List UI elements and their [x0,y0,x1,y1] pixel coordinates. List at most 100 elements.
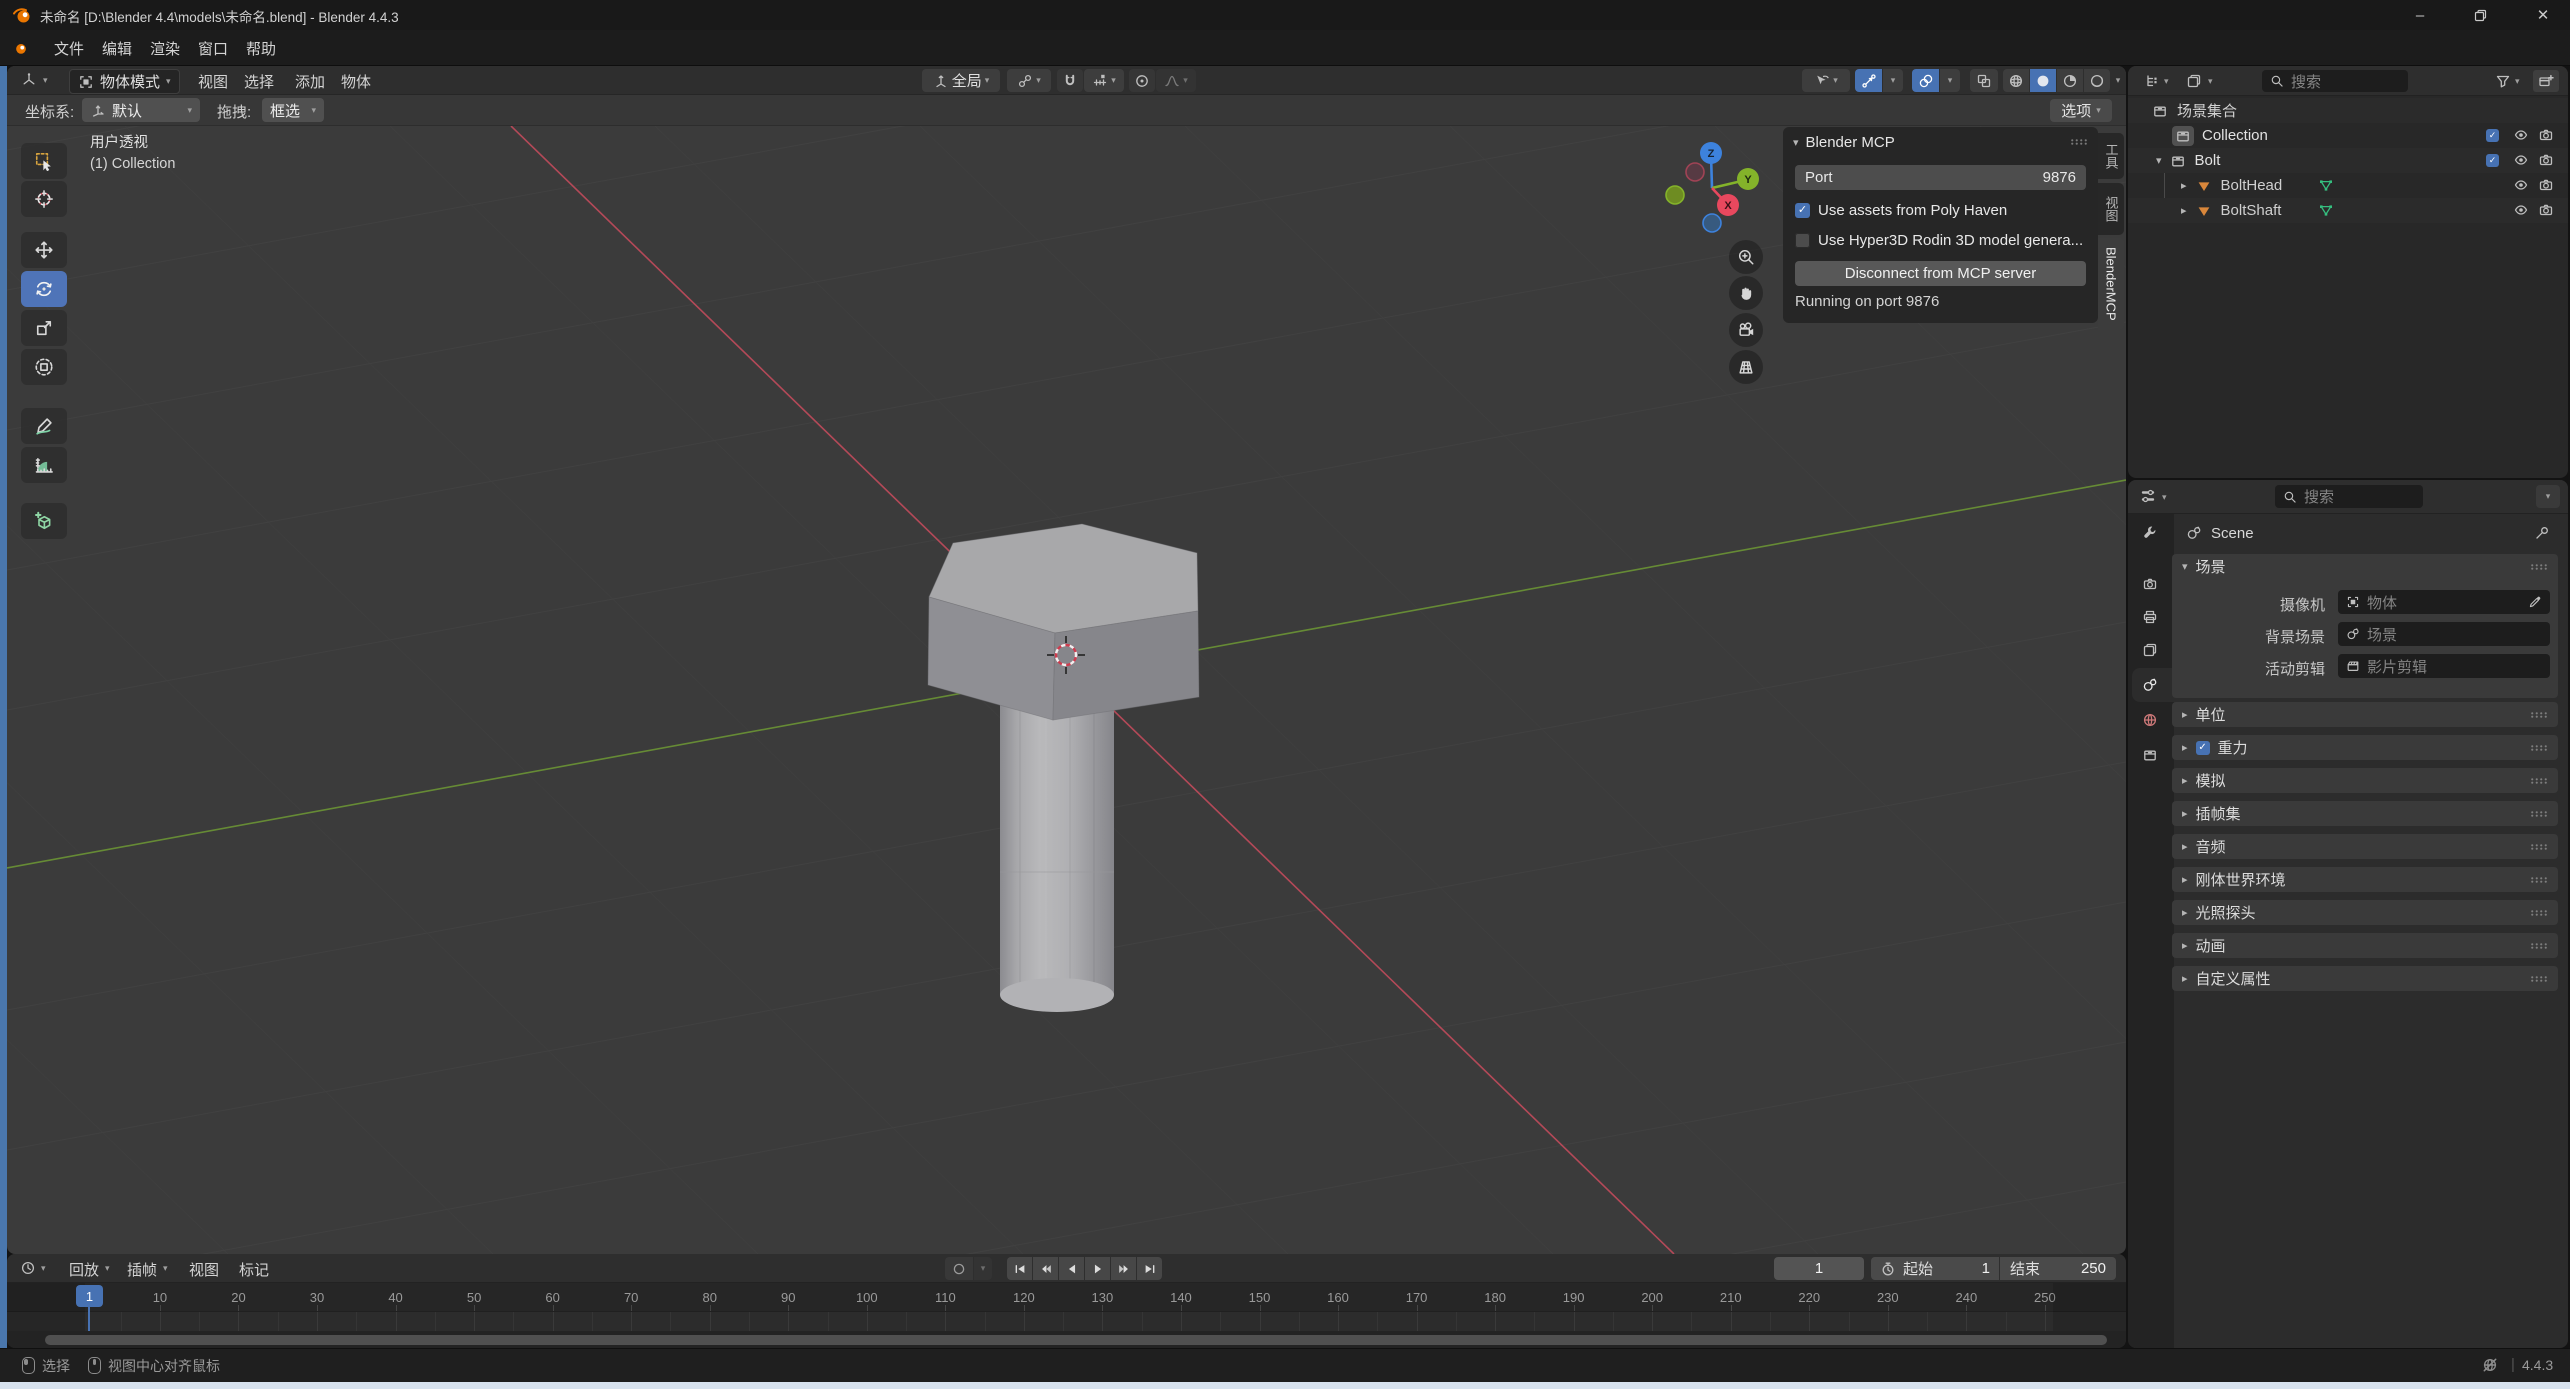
tool-rotate[interactable] [21,271,67,307]
new-collection-button[interactable] [2533,70,2559,92]
outliner-row-boltshaft[interactable]: ▸ BoltShaft [2128,198,2568,223]
menu-window[interactable]: 窗口 [198,38,228,59]
outliner-row-bolthead[interactable]: ▸ BoltHead [2128,173,2568,198]
timeline-menu-marker[interactable]: 标记 [239,1259,269,1280]
gravity-checkbox[interactable]: ✓ [2196,741,2210,755]
playhead-badge[interactable]: 1 [76,1285,103,1307]
mcp-disconnect-button[interactable]: Disconnect from MCP server [1795,261,2086,286]
eyedropper-icon[interactable] [2528,595,2542,609]
pivot-point-dropdown[interactable]: ▾ [1007,69,1051,92]
active-clip-field[interactable]: 影片剪辑 [2338,654,2550,678]
shading-dropdown[interactable]: ▾ [2111,69,2125,92]
close-button[interactable]: ✕ [2516,0,2570,30]
drag-grip-icon[interactable] [2070,133,2088,151]
overlays-toggle[interactable] [1912,69,1939,92]
eye-icon[interactable] [2513,127,2529,143]
viewport-menu-object[interactable]: 物体 [341,71,371,92]
mcp-port-field[interactable]: Port 9876 [1795,165,2086,190]
shading-material-button[interactable] [2057,69,2083,92]
sidebar-tab-view[interactable]: 视图 [2098,183,2124,235]
coord-system-dropdown[interactable]: 默认 ▾ [82,98,200,122]
outliner-filter-type-icon[interactable] [2186,73,2202,89]
mcp-hyper3d-checkbox[interactable]: ✓ Use Hyper3D Rodin 3D model genera... [1795,232,2086,249]
gizmo-neg-z-ball[interactable] [1703,214,1721,232]
next-keyframe-button[interactable] [1111,1257,1136,1280]
play-reverse-button[interactable] [1059,1257,1084,1280]
panel-rigidbody[interactable]: ▸刚体世界环境 [2172,867,2558,892]
snap-toggle[interactable] [1057,69,1083,92]
outliner-display-mode-icon[interactable] [2144,73,2160,89]
play-button[interactable] [1085,1257,1110,1280]
sidebar-tab-tool[interactable]: 工具 [2098,133,2124,179]
camera-icon[interactable] [2538,202,2554,218]
frame-start-field[interactable]: 起始 1 [1871,1257,1999,1280]
scene-panel-header[interactable]: ▾ 场景 [2172,554,2558,579]
current-frame-field[interactable]: 1 [1774,1257,1864,1280]
collection-checkbox[interactable]: ✓ [2486,129,2499,142]
eye-icon[interactable] [2513,202,2529,218]
snap-settings-dropdown[interactable]: ▾ [1084,69,1124,92]
gizmo-neg-y-ball[interactable] [1666,186,1684,204]
filter-funnel-icon[interactable] [2495,73,2511,89]
panel-animation[interactable]: ▸动画 [2172,933,2558,958]
menu-edit[interactable]: 编辑 [102,38,132,59]
overlays-dropdown[interactable]: ▾ [1940,69,1960,92]
tool-cursor[interactable] [21,181,67,217]
timeline-menu-view[interactable]: 视图 [189,1259,219,1280]
navigation-gizmo[interactable]: Z Y X [1652,128,1772,248]
tab-output-icon[interactable] [2142,609,2158,625]
tool-add-cube[interactable] [21,503,67,539]
auto-keying-toggle[interactable] [945,1257,973,1280]
drag-mode-dropdown[interactable]: 框选 ▾ [262,98,324,122]
properties-search-field[interactable]: 搜索 [2275,485,2423,508]
pin-icon[interactable] [2534,525,2550,541]
transform-orientation-dropdown[interactable]: 全局 ▾ [922,69,1000,92]
camera-field[interactable]: 物体 [2338,590,2550,614]
menu-render[interactable]: 渲染 [150,38,180,59]
panel-lightprobes[interactable]: ▸光照探头 [2172,900,2558,925]
properties-editor-icon[interactable] [2140,488,2156,504]
timeline-menu-playback[interactable]: 回放 [69,1259,99,1280]
playhead-line[interactable] [88,1307,90,1331]
properties-options-dropdown[interactable]: ▾ [2536,485,2560,508]
restore-button[interactable] [2458,0,2502,30]
panel-units[interactable]: ▸单位 [2172,702,2558,727]
prev-keyframe-button[interactable] [1033,1257,1058,1280]
proportional-falloff-dropdown[interactable]: ▾ [1156,69,1196,92]
outliner-search-field[interactable]: 搜索 [2262,70,2408,92]
camera-view-button[interactable] [1729,313,1763,347]
scrollbar-handle[interactable] [45,1335,2107,1345]
timeline-scrollbar[interactable] [7,1331,2126,1348]
menu-file[interactable]: 文件 [54,38,84,59]
frame-end-field[interactable]: 结束 250 [2000,1257,2116,1280]
tool-transform[interactable] [21,349,67,385]
mcp-polyhaven-checkbox[interactable]: ✓ Use assets from Poly Haven [1795,202,2086,219]
shading-solid-button[interactable] [2030,69,2056,92]
timeline-ruler[interactable]: 1020304050607080901001101201301401501601… [7,1283,2126,1312]
gizmos-dropdown[interactable]: ▾ [1883,69,1903,92]
tool-select-box[interactable] [21,143,67,179]
tab-tool-icon[interactable] [2142,524,2158,540]
panel-gravity[interactable]: ▸✓重力 [2172,735,2558,760]
jump-to-start-button[interactable] [1007,1257,1032,1280]
panel-customprops[interactable]: ▸自定义属性 [2172,966,2558,991]
timeline-keyframe-strip[interactable] [7,1312,2126,1331]
tab-viewlayer-icon[interactable] [2142,642,2158,658]
panel-audio[interactable]: ▸音频 [2172,834,2558,859]
camera-icon[interactable] [2538,127,2554,143]
drag-grip-icon[interactable] [2530,558,2548,576]
outliner-row-scene-collection[interactable]: 场景集合 [2128,98,2568,123]
sidebar-tab-blendermcp[interactable]: BlenderMCP [2098,238,2124,330]
shading-rendered-button[interactable] [2084,69,2110,92]
tool-move[interactable] [21,232,67,268]
auto-keying-dropdown[interactable]: ▾ [974,1257,992,1280]
viewport-menu-select[interactable]: 选择 [244,71,274,92]
gizmos-toggle[interactable] [1855,69,1882,92]
collection-checkbox[interactable]: ✓ [2486,154,2499,167]
tab-scene-icon[interactable] [2142,677,2158,693]
proportional-edit-toggle[interactable] [1129,69,1155,92]
app-menu-blender-icon[interactable] [12,39,30,57]
tab-render-icon[interactable] [2142,576,2158,592]
jump-to-end-button[interactable] [1137,1257,1162,1280]
shading-wireframe-button[interactable] [2003,69,2029,92]
